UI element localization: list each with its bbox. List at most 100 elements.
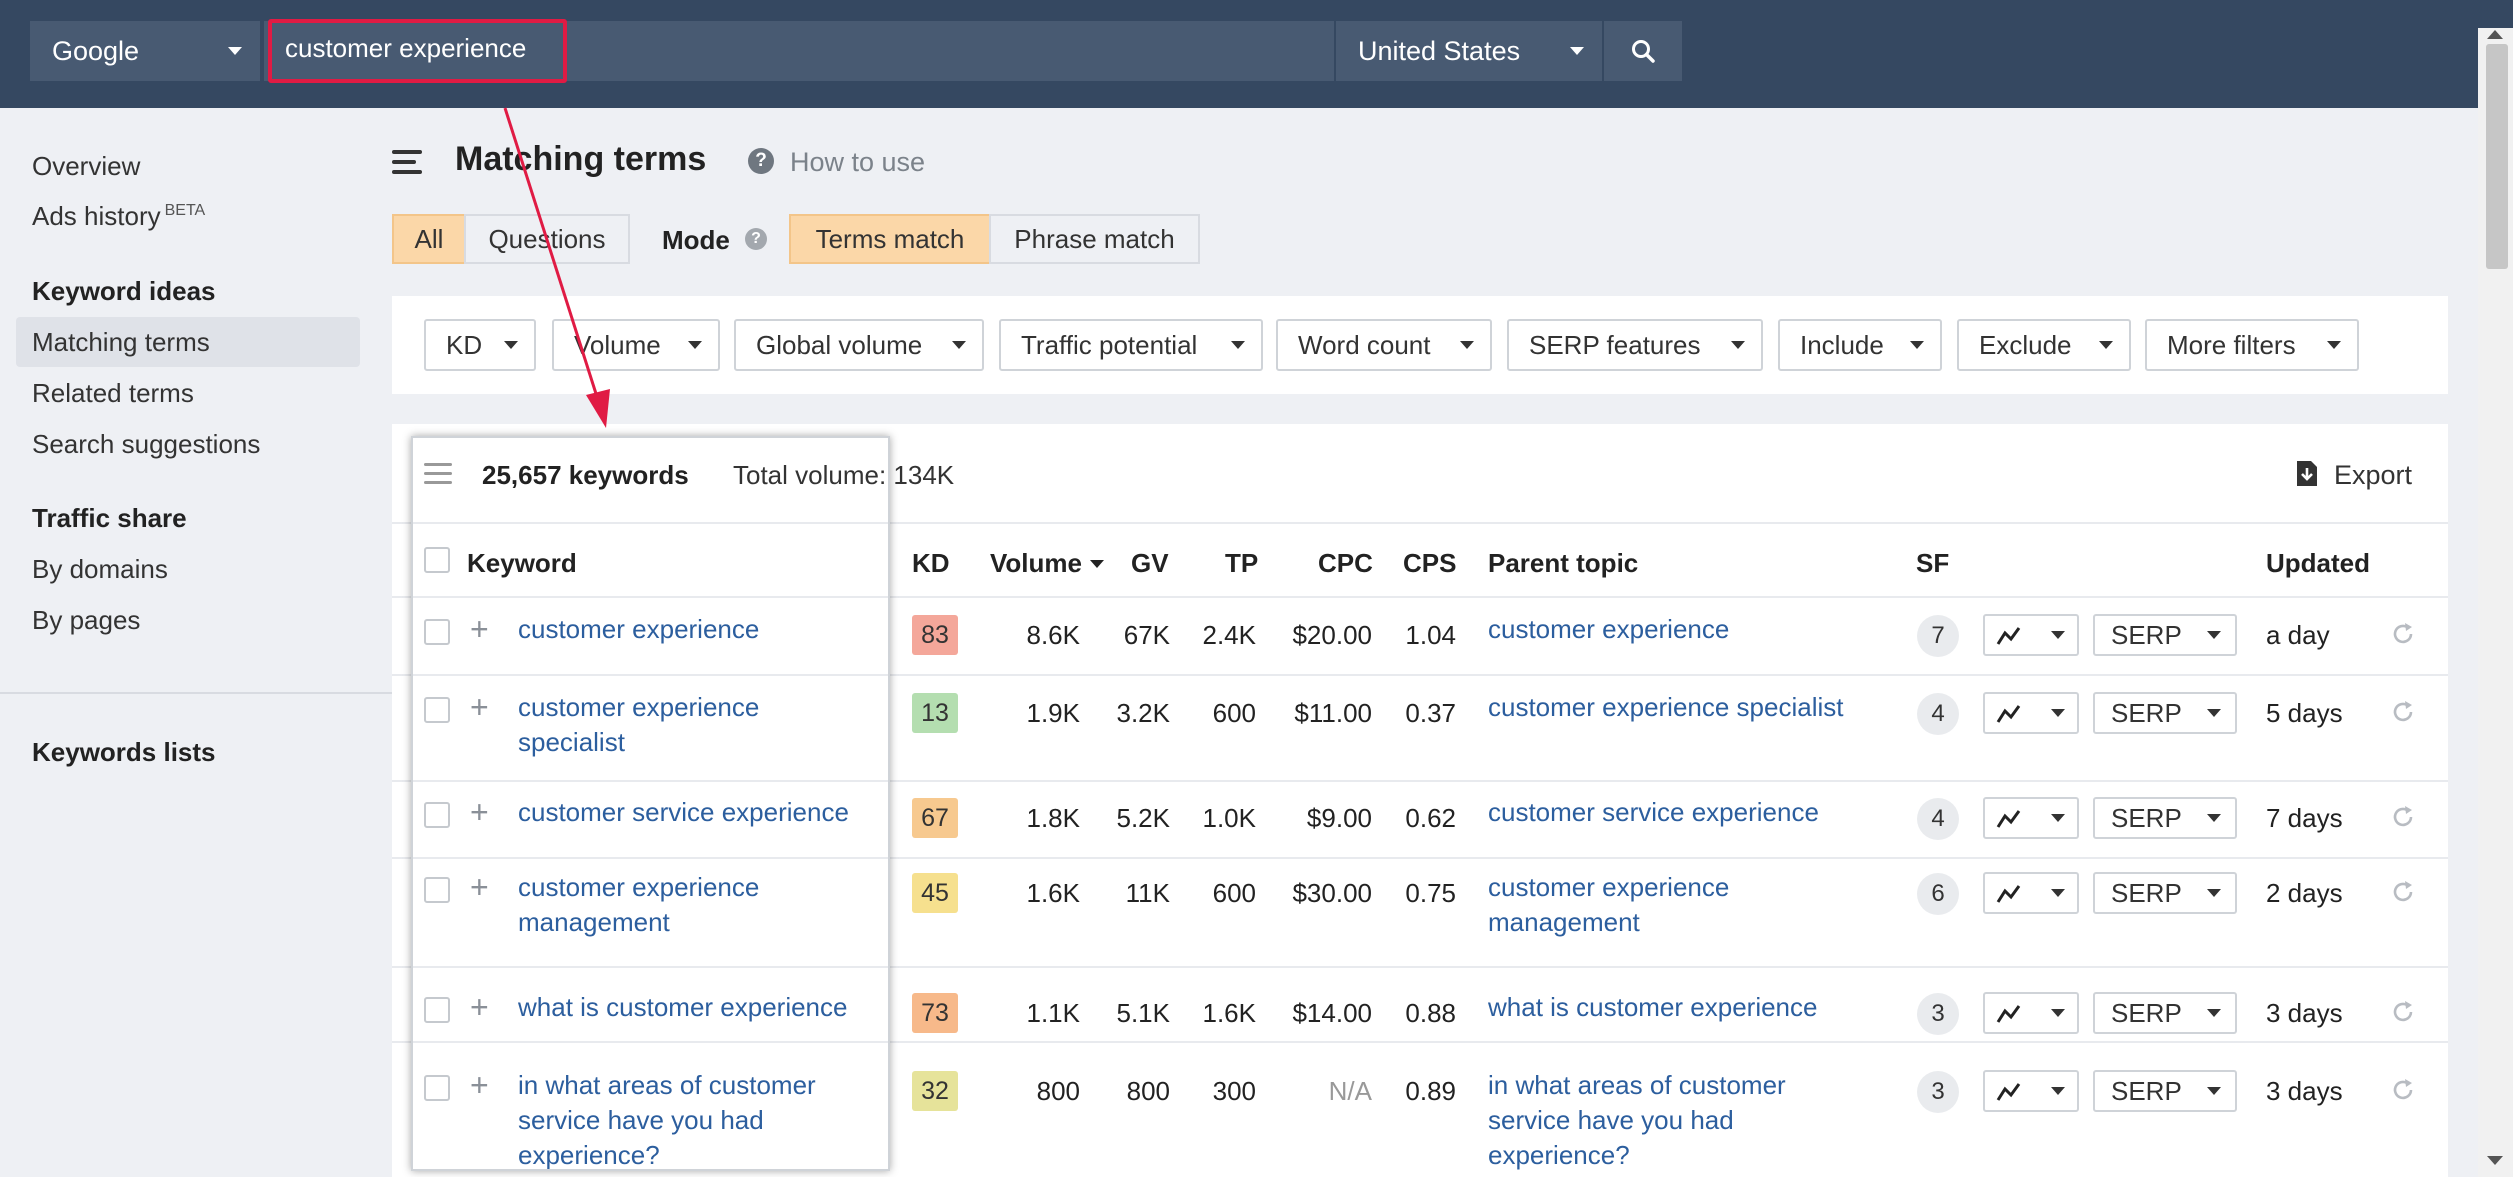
parent-topic-link[interactable]: customer experience — [1488, 612, 1729, 647]
add-to-list-icon[interactable]: + — [470, 796, 489, 828]
column-header-volume[interactable]: Volume — [990, 548, 1104, 579]
sidebar-item-ads-history[interactable]: Ads history BETA — [32, 201, 205, 232]
trend-chart-button[interactable] — [1983, 872, 2079, 914]
export-icon[interactable] — [2295, 460, 2319, 487]
column-header-cpc[interactable]: CPC — [1318, 548, 1373, 579]
filter-kd[interactable]: KD — [424, 319, 536, 371]
serp-button[interactable]: SERP — [2093, 1070, 2237, 1112]
sidebar-item-matching-terms[interactable]: Matching terms — [32, 327, 210, 358]
refresh-icon[interactable] — [2390, 879, 2416, 905]
parent-topic-link[interactable]: customer experience specialist — [1488, 690, 1844, 725]
keyword-link[interactable]: customer experience — [518, 612, 759, 647]
row-checkbox[interactable] — [424, 877, 450, 903]
search-button[interactable] — [1604, 21, 1682, 81]
trend-chart-button[interactable] — [1983, 992, 2079, 1034]
tab-all[interactable]: All — [392, 214, 466, 264]
sf-count-badge[interactable]: 4 — [1917, 798, 1959, 840]
how-to-use-link[interactable]: How to use — [790, 147, 925, 178]
search-engine-select[interactable]: Google — [30, 21, 260, 81]
parent-topic-link[interactable]: customer experience management — [1488, 870, 1729, 940]
filter-volume[interactable]: Volume — [552, 319, 720, 371]
serp-button[interactable]: SERP — [2093, 992, 2237, 1034]
refresh-icon[interactable] — [2390, 804, 2416, 830]
sf-count-badge[interactable]: 6 — [1917, 873, 1959, 915]
export-button[interactable]: Export — [2334, 460, 2412, 491]
column-header-gv[interactable]: GV — [1131, 548, 1169, 579]
keyword-link[interactable]: customer experience management — [518, 870, 759, 940]
filter-word-count[interactable]: Word count — [1276, 319, 1492, 371]
country-select[interactable]: United States — [1336, 21, 1602, 81]
column-header-sf[interactable]: SF — [1916, 548, 1949, 579]
parent-topic-link[interactable]: what is customer experience — [1488, 990, 1817, 1025]
keyword-link[interactable]: in what areas of customer service have yo… — [518, 1068, 816, 1173]
column-header-updated[interactable]: Updated — [2266, 548, 2370, 579]
refresh-icon[interactable] — [2390, 699, 2416, 725]
sort-desc-icon — [1089, 560, 1104, 568]
keyword-link[interactable]: customer experience specialist — [518, 690, 759, 760]
add-to-list-icon[interactable]: + — [470, 691, 489, 723]
sidebar-item-by-domains[interactable]: By domains — [32, 554, 168, 585]
column-header-parent-topic[interactable]: Parent topic — [1488, 548, 1638, 579]
kd-badge: 32 — [912, 1071, 958, 1111]
gv-value: 5.2K — [1116, 803, 1171, 833]
add-to-list-icon[interactable]: + — [470, 991, 489, 1023]
parent-topic-link[interactable]: in what areas of customer service have yo… — [1488, 1068, 1786, 1173]
refresh-icon[interactable] — [2390, 1077, 2416, 1103]
scroll-down-icon[interactable] — [2487, 1156, 2503, 1165]
mode-help-icon[interactable]: ? — [745, 228, 767, 250]
row-checkbox[interactable] — [424, 697, 450, 723]
trend-icon — [1996, 810, 2021, 828]
column-header-keyword[interactable]: Keyword — [467, 548, 577, 579]
keyword-link[interactable]: customer service experience — [518, 795, 849, 830]
trend-chart-button[interactable] — [1983, 1070, 2079, 1112]
serp-button[interactable]: SERP — [2093, 692, 2237, 734]
sf-count-badge[interactable]: 4 — [1917, 693, 1959, 735]
scroll-up-icon[interactable] — [2487, 30, 2503, 39]
kd-badge: 67 — [912, 798, 958, 838]
serp-button[interactable]: SERP — [2093, 872, 2237, 914]
sidebar-item-by-pages[interactable]: By pages — [32, 605, 140, 636]
parent-topic-link[interactable]: customer service experience — [1488, 795, 1819, 830]
add-to-list-icon[interactable]: + — [470, 613, 489, 645]
hamburger-menu-icon[interactable] — [392, 150, 422, 174]
sidebar-item-keywords-lists[interactable]: Keywords lists — [32, 737, 216, 768]
serp-button[interactable]: SERP — [2093, 797, 2237, 839]
column-header-cps[interactable]: CPS — [1403, 548, 1456, 579]
column-header-kd[interactable]: KD — [912, 548, 950, 579]
mode-terms-match[interactable]: Terms match — [789, 214, 991, 264]
trend-chart-button[interactable] — [1983, 692, 2079, 734]
filter-include[interactable]: Include — [1778, 319, 1942, 371]
updated-value: 3 days — [2266, 1076, 2343, 1106]
help-icon[interactable]: ? — [748, 148, 774, 174]
select-all-checkbox[interactable] — [424, 547, 450, 573]
add-to-list-icon[interactable]: + — [470, 871, 489, 903]
add-to-list-icon[interactable]: + — [470, 1069, 489, 1101]
sf-count-badge[interactable]: 3 — [1917, 1071, 1959, 1113]
columns-menu-icon[interactable] — [424, 463, 452, 487]
sf-count-badge[interactable]: 3 — [1917, 993, 1959, 1035]
sidebar-item-search-suggestions[interactable]: Search suggestions — [32, 429, 260, 460]
mode-phrase-match[interactable]: Phrase match — [989, 214, 1200, 264]
filter-more-filters[interactable]: More filters — [2145, 319, 2359, 371]
sf-count-badge[interactable]: 7 — [1917, 615, 1959, 657]
trend-chart-button[interactable] — [1983, 614, 2079, 656]
row-checkbox[interactable] — [424, 997, 450, 1023]
row-checkbox[interactable] — [424, 619, 450, 645]
filter-exclude[interactable]: Exclude — [1957, 319, 2131, 371]
scrollbar-thumb[interactable] — [2486, 44, 2508, 269]
search-query-text[interactable]: customer experience — [285, 33, 526, 64]
serp-button[interactable]: SERP — [2093, 614, 2237, 656]
keyword-link[interactable]: what is customer experience — [518, 990, 847, 1025]
filter-global-volume[interactable]: Global volume — [734, 319, 984, 371]
trend-chart-button[interactable] — [1983, 797, 2079, 839]
refresh-icon[interactable] — [2390, 621, 2416, 647]
row-checkbox[interactable] — [424, 1075, 450, 1101]
filter-serp-features[interactable]: SERP features — [1507, 319, 1763, 371]
column-header-tp[interactable]: TP — [1225, 548, 1258, 579]
sidebar-item-overview[interactable]: Overview — [32, 151, 140, 182]
sidebar-item-related-terms[interactable]: Related terms — [32, 378, 194, 409]
row-checkbox[interactable] — [424, 802, 450, 828]
filter-traffic-potential[interactable]: Traffic potential — [999, 319, 1263, 371]
refresh-icon[interactable] — [2390, 999, 2416, 1025]
tab-questions[interactable]: Questions — [464, 214, 630, 264]
